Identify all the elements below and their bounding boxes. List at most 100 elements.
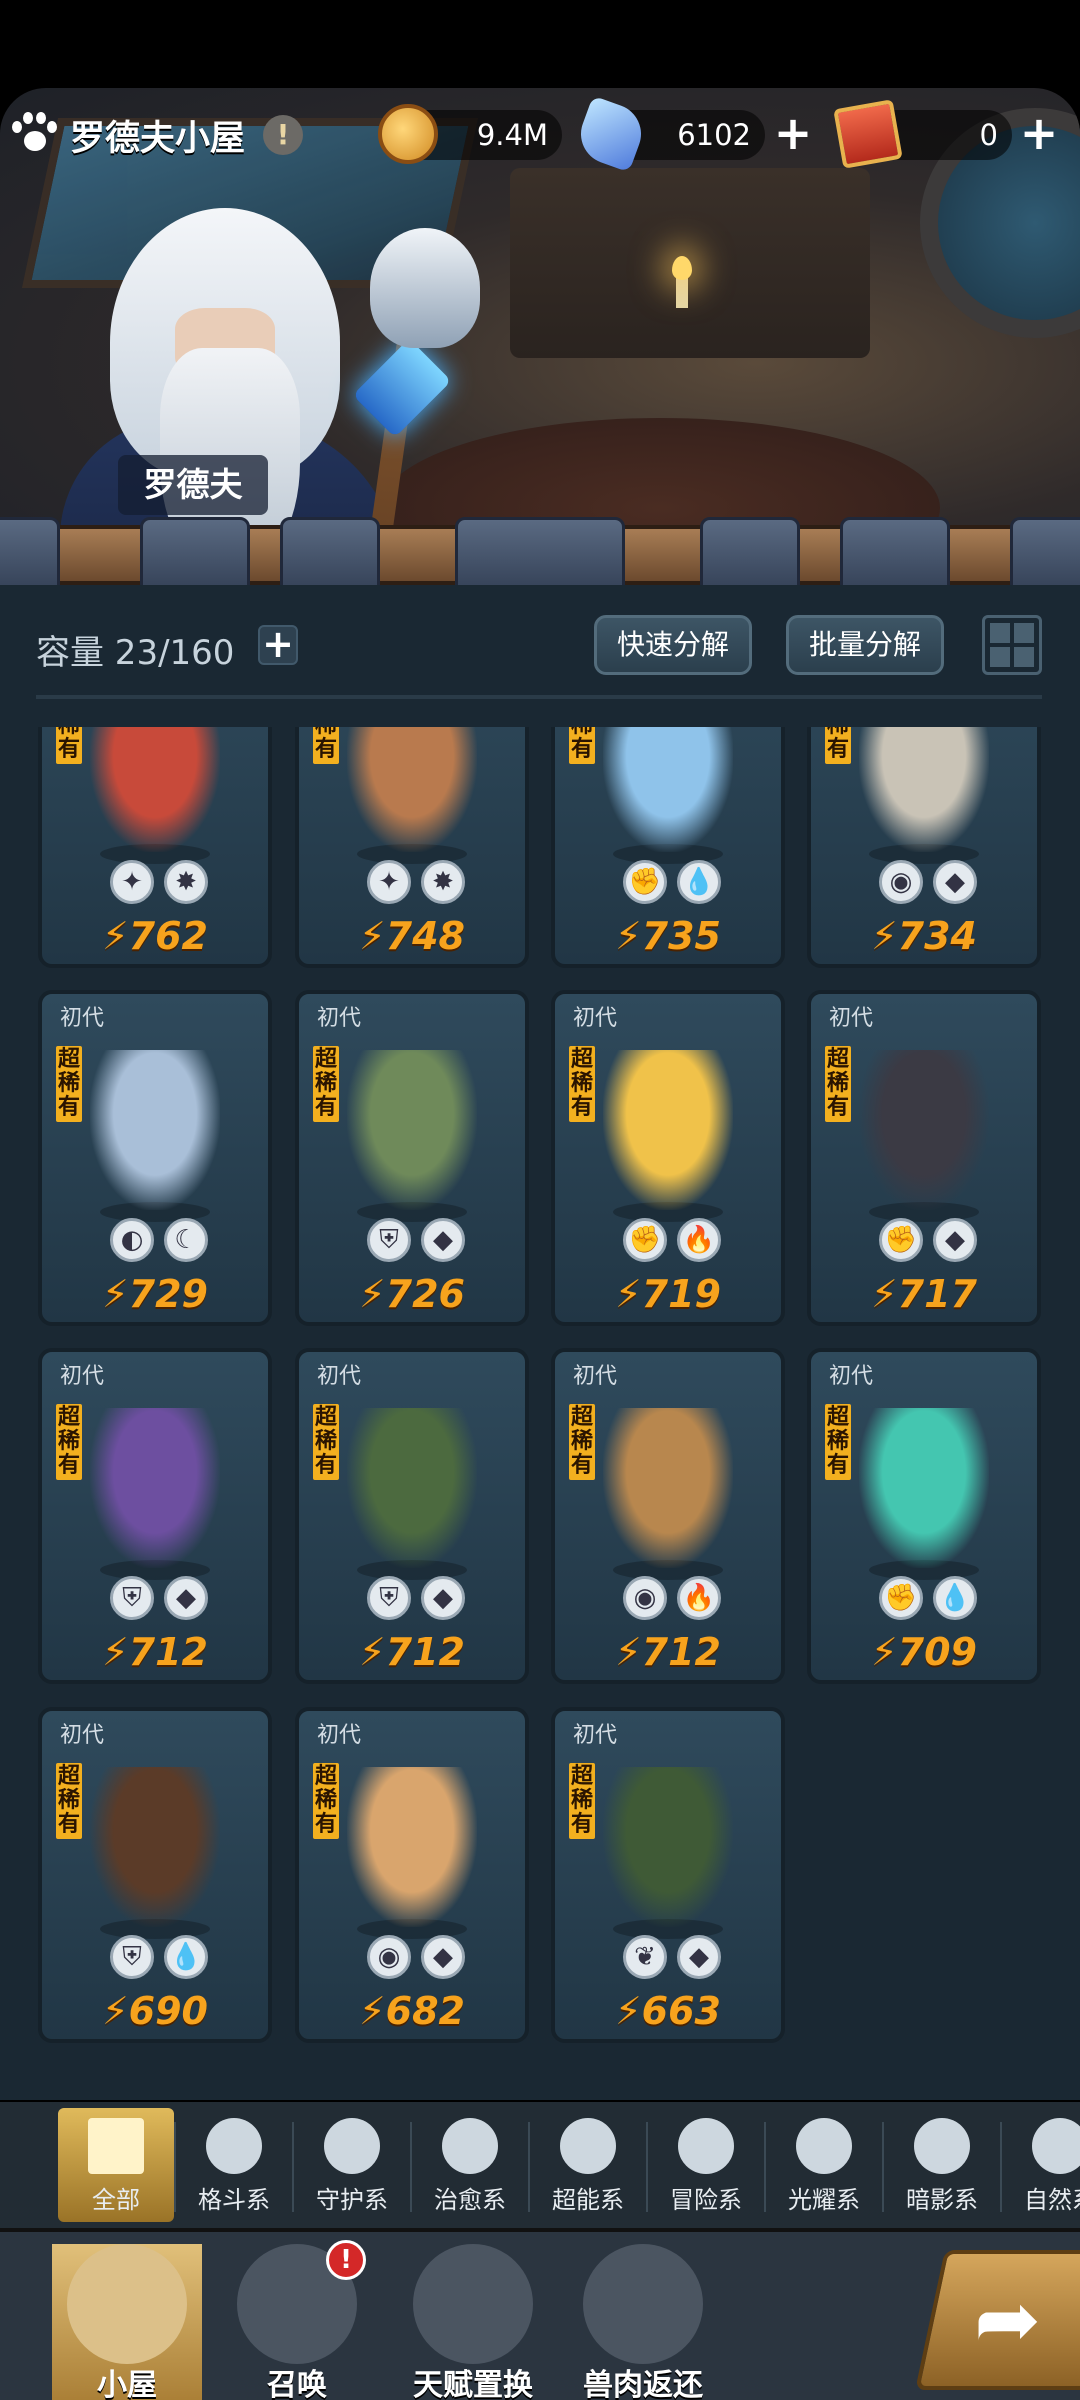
wooden-rail (0, 517, 1080, 589)
grid-view-icon[interactable] (982, 615, 1042, 675)
quick-decompose-button[interactable]: 快速分解 (594, 615, 753, 675)
category-tab-alien[interactable]: 超能系 (530, 2108, 648, 2222)
power-glyph: ⚡ (614, 914, 642, 958)
monster-sprite (90, 727, 220, 852)
power-number: 729 (128, 1272, 208, 1316)
monster-card[interactable]: 初代 超稀有 ⛨ ◆ ⚡726 (295, 990, 529, 1326)
class-element-icon: ⛨ (367, 1218, 411, 1262)
nav-house[interactable]: 小屋 (52, 2244, 202, 2400)
nav-meat[interactable]: 兽肉返还 (568, 2244, 718, 2400)
class-element-icon: ⛨ (110, 1576, 154, 1620)
monster-card[interactable]: 初代 超稀有 ⛨ ◆ ⚡712 (295, 1348, 529, 1684)
power-number: 762 (128, 914, 208, 958)
nav-swap[interactable]: 天赋置换 (398, 2244, 548, 2400)
power-glyph: ⚡ (358, 914, 386, 958)
power-value: ⚡729 (42, 1272, 268, 1316)
monster-card[interactable]: 初代 超稀有 ✊ 💧 ⚡735 (551, 727, 785, 968)
power-number: 682 (385, 1989, 465, 2033)
power-number: 734 (897, 914, 977, 958)
monster-sprite (347, 1408, 477, 1568)
category-label: 冒险系 (670, 2186, 742, 2214)
category-tab-sprout[interactable]: 治愈系 (412, 2108, 530, 2222)
monster-card[interactable]: 初代 超稀有 ⛨ 💧 ⚡690 (38, 1707, 272, 2043)
star-icon (796, 2118, 852, 2174)
expand-capacity-button[interactable]: + (258, 625, 298, 665)
power-glyph: ⚡ (101, 1989, 129, 2033)
attribute-element-icon: 🔥 (677, 1576, 721, 1620)
shield-icon (324, 2118, 380, 2174)
monster-card[interactable]: 初代 超稀有 ◐ ☾ ⚡729 (38, 990, 272, 1326)
monster-card[interactable]: 初代 超稀有 ⛨ ◆ ⚡712 (38, 1348, 272, 1684)
power-number: 726 (385, 1272, 465, 1316)
power-glyph: ⚡ (870, 1272, 898, 1316)
paw-icon (10, 111, 58, 159)
category-tab-shield[interactable]: 守护系 (294, 2108, 412, 2222)
coin-value: 9.4M (476, 118, 548, 152)
monster-card[interactable]: 初代 超稀有 ✦ ✸ ⚡748 (295, 727, 529, 968)
class-element-icon: ◉ (879, 860, 923, 904)
rarity-badge: 超稀有 (56, 727, 82, 764)
monster-card[interactable]: 初代 超稀有 ✊ 🔥 ⚡719 (551, 990, 785, 1326)
divider (36, 695, 1042, 699)
monster-card[interactable]: 初代 超稀有 ✊ ◆ ⚡717 (807, 990, 1041, 1326)
category-tab-eye[interactable]: 暗影系 (884, 2108, 1002, 2222)
owl (370, 228, 480, 348)
monster-sprite (90, 1408, 220, 1568)
category-tab-lantern[interactable]: 冒险系 (648, 2108, 766, 2222)
power-number: 719 (641, 1272, 721, 1316)
generation-label: 初代 (573, 1723, 618, 1748)
summon-alert-badge: ! (326, 2240, 366, 2280)
attribute-element-icon: ☾ (164, 1218, 208, 1262)
add-crystal-button[interactable]: + (770, 110, 816, 158)
rarity-badge: 超稀有 (825, 1046, 851, 1122)
candle (676, 278, 688, 308)
power-value: ⚡682 (299, 1989, 525, 2033)
power-number: 735 (641, 914, 721, 958)
rarity-badge: 超稀有 (56, 1404, 82, 1480)
inventory-panel: 容量 23/160 + 快速分解 批量分解 初代 超稀有 ✦ ✸ ⚡762 初代… (0, 585, 1080, 2100)
rarity-badge: 超稀有 (56, 1046, 82, 1122)
monster-card[interactable]: 初代 超稀有 ◉ 🔥 ⚡712 (551, 1348, 785, 1684)
rarity-badge: 超稀有 (569, 727, 595, 764)
power-value: ⚡712 (555, 1630, 781, 1674)
monster-card[interactable]: 初代 超稀有 ❦ ◆ ⚡663 (551, 1707, 785, 2043)
category-tab-star[interactable]: 光耀系 (766, 2108, 884, 2222)
class-element-icon: ✊ (623, 860, 667, 904)
generation-label: 初代 (573, 1364, 618, 1389)
attribute-element-icon: ◆ (933, 860, 977, 904)
power-value: ⚡734 (811, 914, 1037, 958)
power-value: ⚡719 (555, 1272, 781, 1316)
category-label: 光耀系 (788, 2186, 860, 2214)
alien-icon (560, 2118, 616, 2174)
capacity-text: 容量 23/160 (36, 633, 235, 673)
rarity-badge: 超稀有 (313, 1763, 339, 1839)
candle-flame (672, 256, 692, 280)
npc-name-label[interactable]: 罗德夫 (118, 455, 268, 515)
add-ticket-button[interactable]: + (1016, 110, 1062, 158)
monster-card[interactable]: 初代 超稀有 ✦ ✸ ⚡762 (38, 727, 272, 968)
info-icon[interactable]: ! (263, 115, 304, 155)
monster-card[interactable]: 初代 超稀有 ◉ ◆ ⚡682 (295, 1707, 529, 2043)
monster-sprite (859, 1050, 989, 1210)
monster-sprite (603, 1767, 733, 1927)
monster-card[interactable]: 初代 超稀有 ◉ ◆ ⚡734 (807, 727, 1041, 968)
swap-icon (413, 2244, 533, 2364)
fist-icon (206, 2118, 262, 2174)
monster-grid: 初代 超稀有 ✦ ✸ ⚡762 初代 超稀有 ✦ ✸ ⚡748 初代 超稀有 ✊… (0, 727, 1080, 2047)
attribute-element-icon: ◆ (421, 1935, 465, 1979)
rarity-badge: 超稀有 (825, 1404, 851, 1480)
monster-card[interactable]: 初代 超稀有 ✊ 💧 ⚡709 (807, 1348, 1041, 1684)
generation-label: 初代 (317, 1006, 362, 1031)
batch-decompose-button[interactable]: 批量分解 (786, 615, 945, 675)
class-element-icon: ◐ (110, 1218, 154, 1262)
power-value: ⚡709 (811, 1630, 1037, 1674)
category-tab-fist[interactable]: 格斗系 (176, 2108, 294, 2222)
power-number: 717 (897, 1272, 977, 1316)
attribute-element-icon: ◆ (933, 1218, 977, 1262)
lantern-icon (678, 2118, 734, 2174)
go-button[interactable]: ➦ (915, 2250, 1080, 2390)
category-tab-leaf[interactable]: 自然系 (1002, 2108, 1080, 2222)
category-tab-all[interactable]: 全部 (58, 2108, 176, 2222)
power-number: 709 (897, 1630, 977, 1674)
ticket-value: 0 (979, 118, 998, 152)
